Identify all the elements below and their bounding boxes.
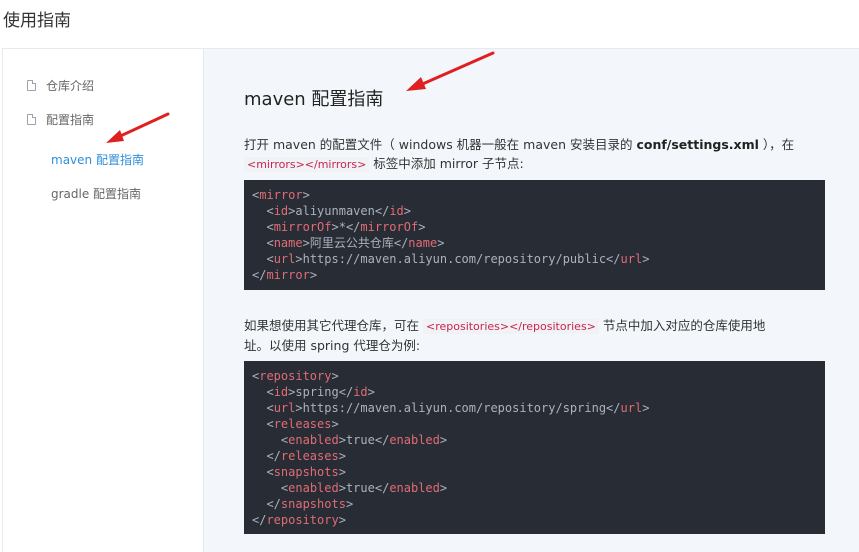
code-value: https://maven.aliyun.com/repository/publ… <box>302 252 607 266</box>
code-line: </snapshots> <box>252 496 825 512</box>
page-title: 使用指南 <box>3 11 71 31</box>
inline-code-repositories: <repositories></repositories> <box>422 319 599 334</box>
code-value: true <box>345 433 375 447</box>
code-tag: snapshots <box>280 497 346 511</box>
code-value: aliyunmaven <box>295 204 375 218</box>
code-tag: enabled <box>389 481 440 495</box>
code-line: <mirror> <box>252 188 310 202</box>
sidebar-item-label: 配置指南 <box>46 113 95 127</box>
inline-code-mirrors: <mirrors></mirrors> <box>244 157 370 172</box>
code-line: <url>https://maven.aliyun.com/repository… <box>252 400 825 416</box>
code-tag: url <box>620 252 643 266</box>
code-line: <url>https://maven.aliyun.com/repository… <box>252 251 825 267</box>
code-tag: name <box>408 236 438 250</box>
sidebar-item-repo-intro[interactable]: 仓库介绍 <box>27 77 94 94</box>
paragraph-text: 如果想使用其它代理仓库，可在 <box>244 318 423 333</box>
sidebar-item-config-guide[interactable]: 配置指南 <box>27 111 94 128</box>
code-block-mirror[interactable]: <mirror> <id>aliyunmaven</id> <mirrorOf>… <box>244 180 825 290</box>
code-line: </repository> <box>252 513 346 527</box>
code-tag: id <box>273 385 289 399</box>
code-tag: snapshots <box>273 465 339 479</box>
annotation-arrow-icon <box>106 112 170 143</box>
paragraph-text: 节点中加入对应的仓库使用地 <box>598 318 766 333</box>
paragraph-text: 打开 maven 的配置文件（ windows 机器一般在 maven 安装目录… <box>244 137 637 152</box>
code-value: * <box>338 220 346 234</box>
code-tag: mirror <box>259 188 303 202</box>
code-line: <id>aliyunmaven</id> <box>252 203 825 219</box>
code-block-repository[interactable]: <repository> <id>spring</id> <url>https:… <box>244 361 825 534</box>
paragraph-text: 址。以使用 spring 代理仓为例: <box>244 338 421 353</box>
code-line: <snapshots> <box>252 464 825 480</box>
annotation-arrow-icon <box>406 51 495 91</box>
repositories-paragraph: 如果想使用其它代理仓库，可在 <repositories></repositor… <box>244 316 829 355</box>
paragraph-text: 标签中添加 mirror 子节点: <box>369 156 524 171</box>
code-tag: repository <box>259 369 332 383</box>
code-tag: id <box>273 204 289 218</box>
code-tag: mirror <box>266 268 310 282</box>
code-tag: enabled <box>288 433 339 447</box>
code-tag: id <box>353 385 368 399</box>
code-line: <name>阿里云公共仓库</name> <box>252 235 825 251</box>
code-tag: url <box>273 252 296 266</box>
code-tag: url <box>273 401 296 415</box>
document-icon <box>27 114 36 125</box>
code-line: </releases> <box>252 448 825 464</box>
sidebar-subitem-maven[interactable]: maven 配置指南 <box>51 151 144 168</box>
code-line: <mirrorOf>*</mirrorOf> <box>252 219 825 235</box>
sidebar-subitem-gradle[interactable]: gradle 配置指南 <box>51 185 141 202</box>
code-line: <enabled>true</enabled> <box>252 480 825 496</box>
code-tag: enabled <box>389 433 440 447</box>
code-line: </mirror> <box>252 268 318 282</box>
code-value: https://maven.aliyun.com/repository/spri… <box>302 401 607 415</box>
document-icon <box>27 80 36 91</box>
code-value: spring <box>295 385 339 399</box>
code-line: <repository> <box>252 369 339 383</box>
code-tag: id <box>389 204 404 218</box>
code-tag: enabled <box>288 481 339 495</box>
code-tag: url <box>620 401 643 415</box>
code-tag: releases <box>280 449 339 463</box>
code-tag: mirrorOf <box>273 220 332 234</box>
section-heading: maven 配置指南 <box>244 89 384 110</box>
code-tag: repository <box>266 513 339 527</box>
code-line: <enabled>true</enabled> <box>252 432 825 448</box>
code-line: <releases> <box>252 416 825 432</box>
settings-file-path: conf/settings.xml <box>636 137 759 152</box>
paragraph-text: ），在 <box>758 137 795 152</box>
code-line: <id>spring</id> <box>252 384 825 400</box>
code-value: true <box>345 481 375 495</box>
main-content: maven 配置指南 打开 maven 的配置文件（ windows 机器一般在… <box>204 49 859 552</box>
sidebar-item-label: 仓库介绍 <box>46 79 95 93</box>
code-tag: mirrorOf <box>360 220 419 234</box>
code-tag: releases <box>273 417 332 431</box>
intro-paragraph: 打开 maven 的配置文件（ windows 机器一般在 maven 安装目录… <box>244 135 829 174</box>
code-value: 阿里云公共仓库 <box>309 236 394 250</box>
code-tag: name <box>273 236 303 250</box>
